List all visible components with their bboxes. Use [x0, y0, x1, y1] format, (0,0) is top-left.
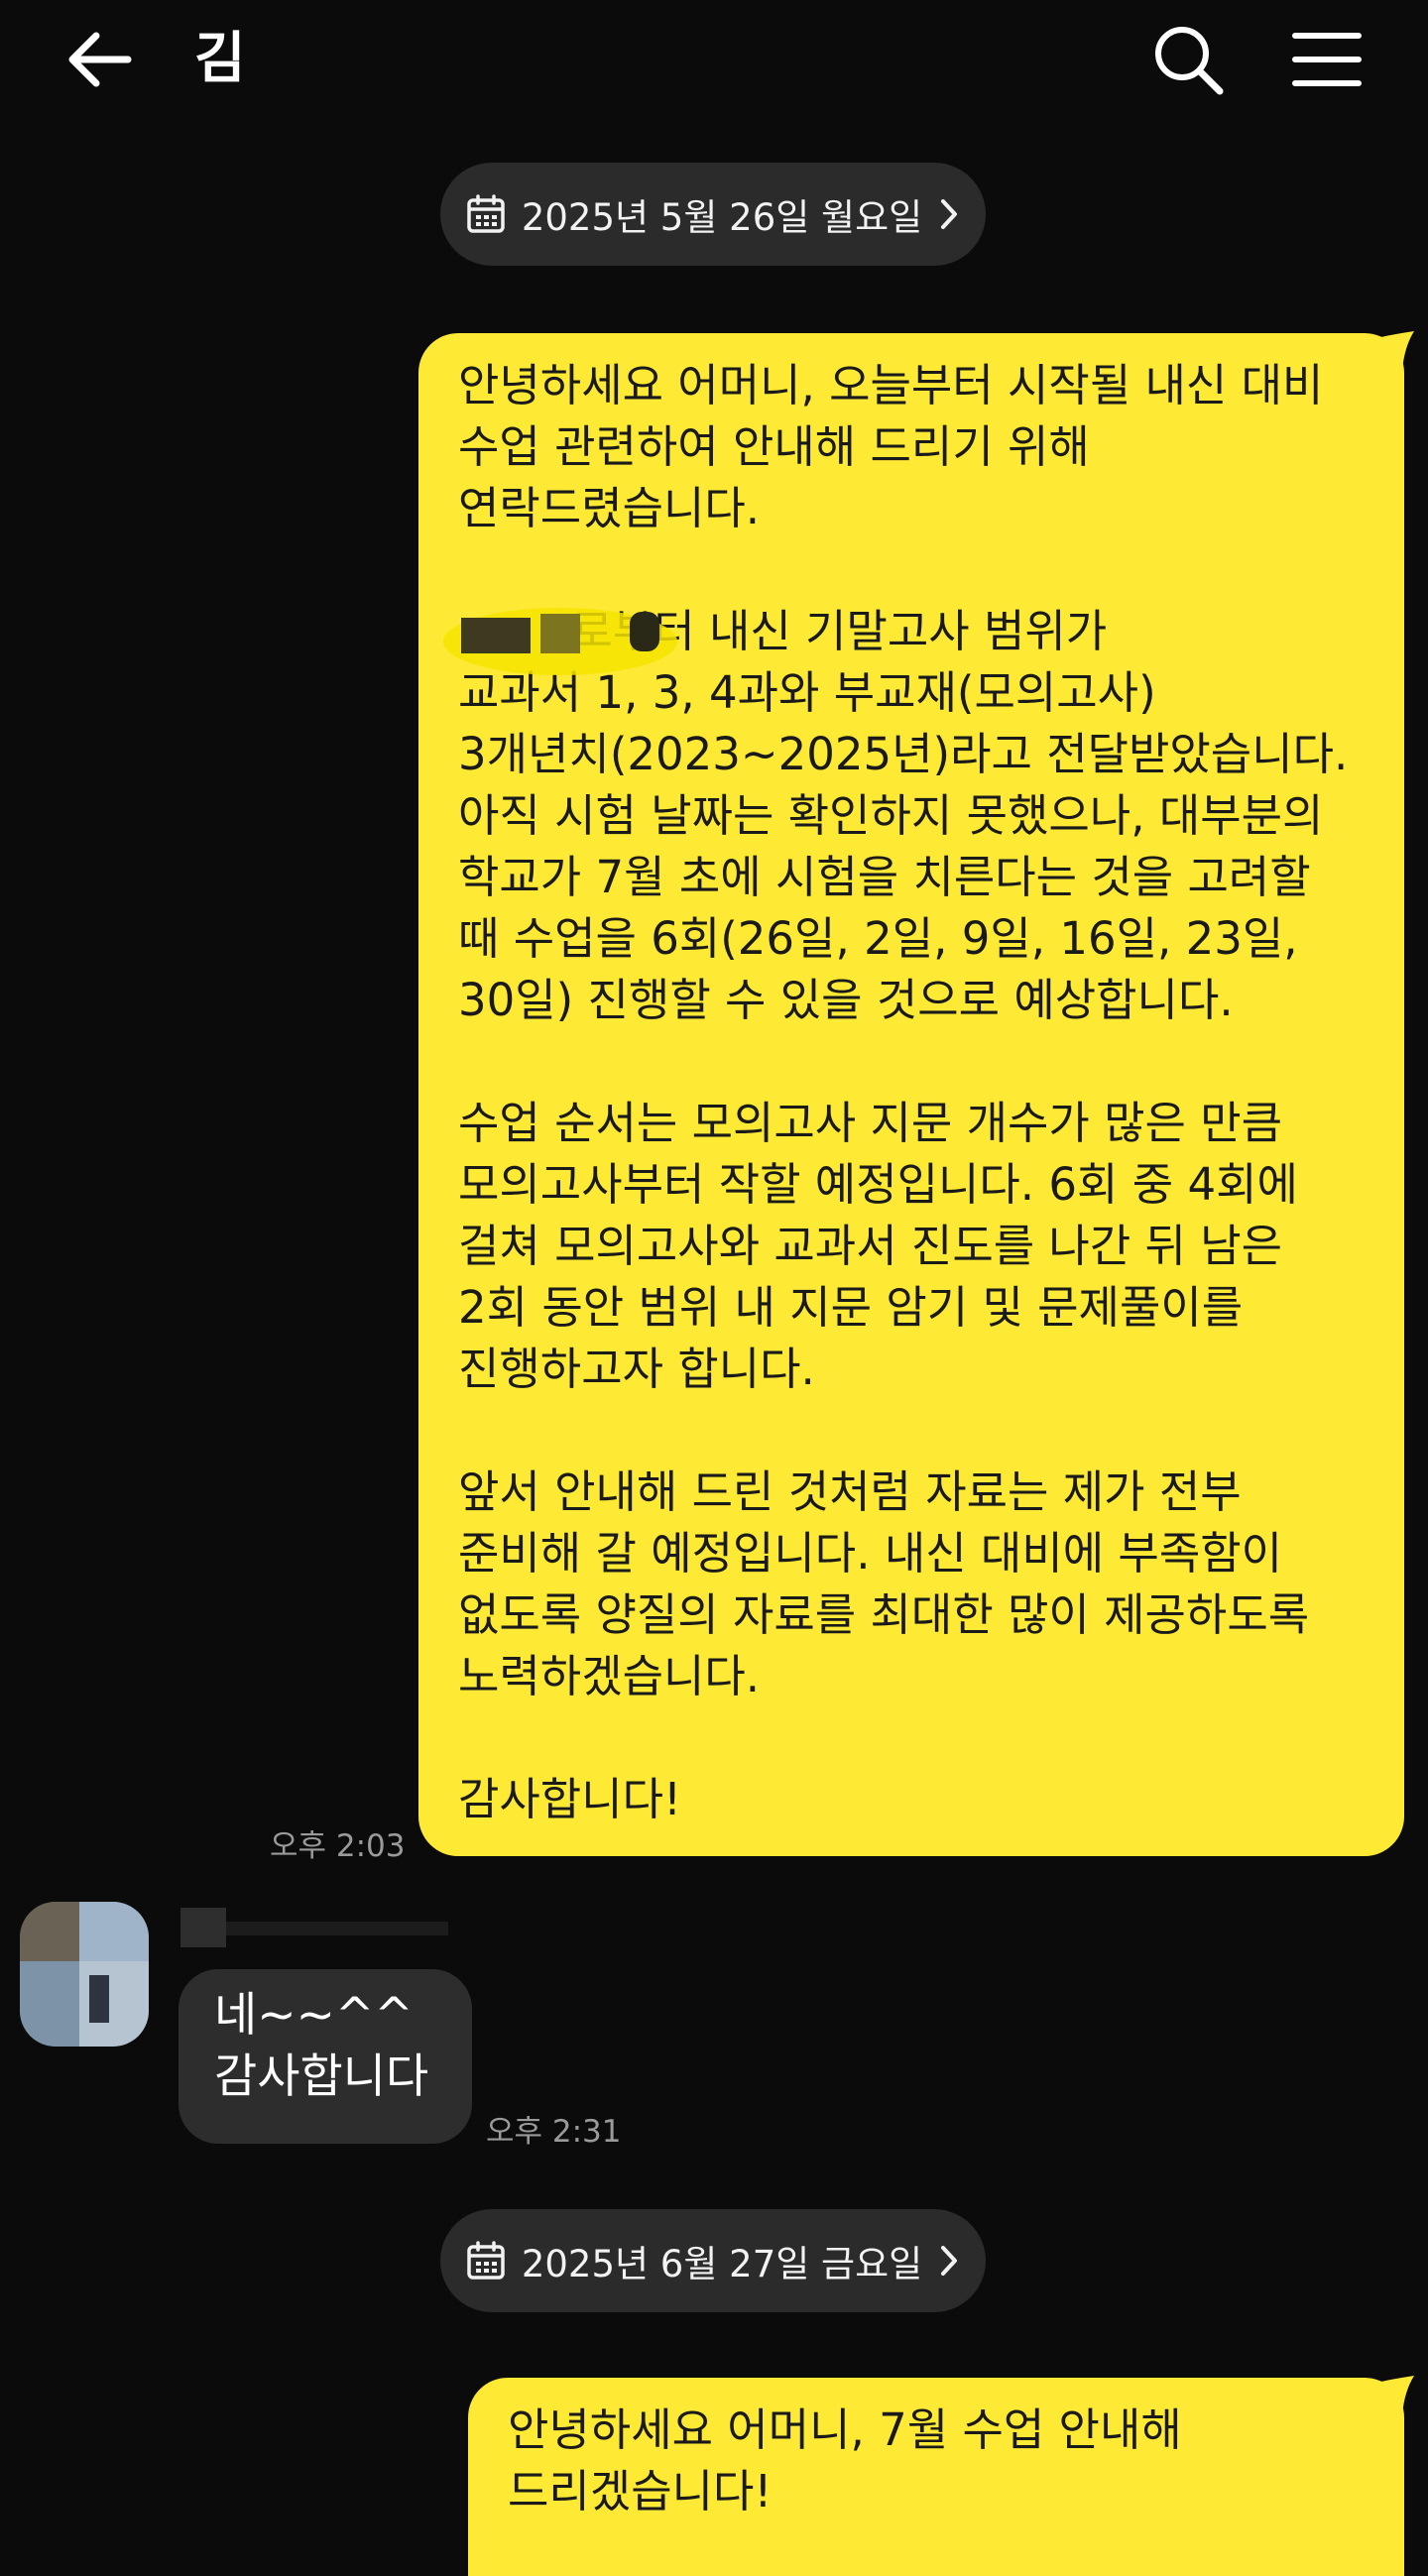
calendar-icon — [466, 2241, 506, 2281]
outgoing-message-bubble[interactable]: 안녕하세요 어머니, 7월 수업 안내해 드리겠습니다! — [468, 2378, 1404, 2576]
outgoing-message-bubble[interactable]: 안녕하세요 어머니, 오늘부터 시작될 내신 대비 수업 관련하여 안내해 드리… — [418, 333, 1404, 1856]
chevron-right-icon — [938, 2244, 960, 2278]
menu-button[interactable] — [1285, 18, 1368, 101]
back-button[interactable] — [60, 22, 139, 97]
avatar[interactable] — [20, 1902, 149, 2047]
date-divider[interactable]: 2025년 5월 26일 월요일 — [440, 163, 986, 266]
redacted-text — [441, 600, 679, 679]
chevron-right-icon — [938, 197, 960, 231]
sender-name-redacted — [180, 1904, 448, 1953]
calendar-icon — [466, 194, 506, 234]
date-divider[interactable]: 2025년 6월 27일 금요일 — [440, 2209, 986, 2312]
message-time: 오후 2:03 — [270, 1828, 406, 1864]
incoming-message-bubble[interactable]: 네~~^^ 감사합니다 — [178, 1969, 472, 2144]
search-button[interactable] — [1146, 18, 1230, 101]
date-label: 2025년 5월 26일 월요일 — [521, 196, 923, 239]
bubble-tail — [1380, 2376, 1414, 2415]
date-label: 2025년 6월 27일 금요일 — [521, 2243, 923, 2285]
chat-title: 김 — [194, 27, 246, 91]
hamburger-menu-icon — [1292, 33, 1362, 86]
bubble-tail — [1380, 331, 1414, 371]
search-icon — [1155, 27, 1224, 95]
message-time: 오후 2:31 — [486, 2114, 622, 2150]
arrow-left-icon — [68, 32, 132, 87]
chat-header: 김 — [0, 0, 1428, 119]
